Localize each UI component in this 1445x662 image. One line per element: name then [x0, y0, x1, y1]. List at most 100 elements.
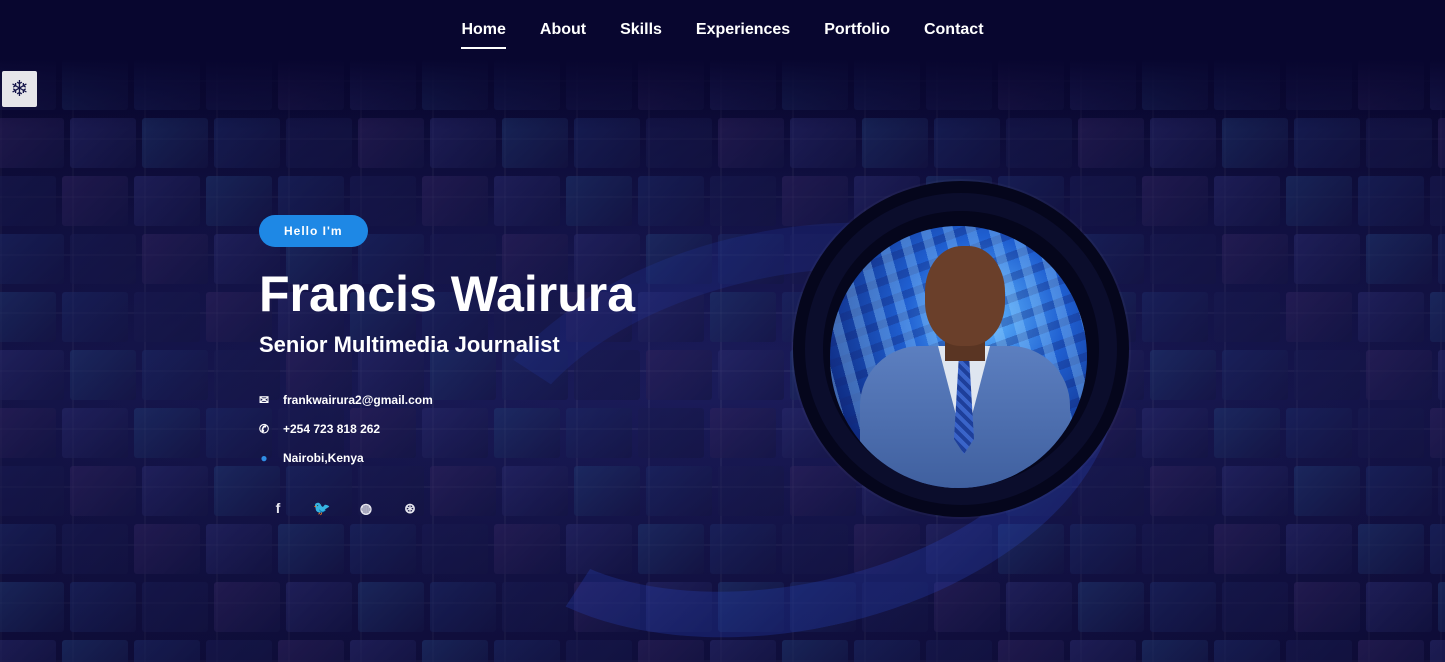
theme-toggle-button[interactable]: ❄ [2, 71, 37, 107]
screen-tile [1286, 408, 1352, 458]
contact-info: ✉ frankwairura2@gmail.com ✆ +254 723 818… [259, 392, 739, 465]
screen-tile [1078, 466, 1144, 516]
screen-tile [494, 640, 560, 662]
screen-tile [1438, 350, 1445, 400]
screen-tile [134, 292, 200, 342]
screen-tile [1438, 466, 1445, 516]
screen-tile [1430, 524, 1445, 574]
screen-tile [1150, 350, 1216, 400]
screen-tile [134, 408, 200, 458]
screen-tile [142, 350, 208, 400]
screen-tile [0, 582, 64, 632]
screen-tile [1214, 524, 1280, 574]
email-text[interactable]: frankwairura2@gmail.com [283, 393, 433, 407]
screen-tile [1078, 582, 1144, 632]
screen-tile [1142, 292, 1208, 342]
screen-tile [1366, 582, 1432, 632]
screen-tile [1438, 234, 1445, 284]
screen-tile [998, 640, 1064, 662]
screen-tile [350, 640, 416, 662]
screen-tile [1214, 292, 1280, 342]
screen-tile [710, 640, 776, 662]
hero-intro: Hello I'm Francis Wairura Senior Multime… [259, 215, 739, 517]
screen-tile [934, 582, 1000, 632]
main-nav: Home About Skills Experiences Portfolio … [0, 0, 1445, 60]
screen-tile [286, 582, 352, 632]
screen-tile [1286, 292, 1352, 342]
phone-text[interactable]: +254 723 818 262 [283, 422, 380, 436]
dribbble-icon[interactable]: ⊛ [401, 499, 419, 517]
screen-tile [1286, 176, 1352, 226]
screen-tile [1294, 234, 1360, 284]
screen-tile [214, 582, 280, 632]
screen-tile [1366, 234, 1432, 284]
screen-tile [782, 176, 848, 226]
facebook-icon[interactable]: f [269, 499, 287, 517]
screen-tile [1358, 176, 1424, 226]
screen-tile [1438, 582, 1445, 632]
screen-tile [1358, 292, 1424, 342]
screen-tile [1222, 350, 1288, 400]
photo-head [925, 246, 1005, 346]
screen-tile [206, 524, 272, 574]
github-icon[interactable]: ◍ [357, 499, 375, 517]
screen-tile [134, 176, 200, 226]
screen-tile [70, 582, 136, 632]
nav-portfolio[interactable]: Portfolio [824, 17, 890, 43]
screen-tile [1222, 582, 1288, 632]
hello-badge: Hello I'm [259, 215, 368, 247]
nav-experiences[interactable]: Experiences [696, 17, 790, 43]
screen-tile [1294, 350, 1360, 400]
screen-tile [1214, 640, 1280, 662]
screen-tile [62, 176, 128, 226]
screen-tile [1286, 524, 1352, 574]
screen-tile [278, 524, 344, 574]
phone-icon: ✆ [258, 421, 270, 436]
screen-tile [1006, 582, 1072, 632]
screen-tile [350, 524, 416, 574]
screen-tile [1286, 640, 1352, 662]
nav-about[interactable]: About [540, 17, 586, 43]
screen-tile [430, 582, 496, 632]
screen-tile [1358, 524, 1424, 574]
screen-tile [278, 640, 344, 662]
social-links: f 🐦 ◍ ⊛ [259, 499, 739, 517]
screen-tile [782, 640, 848, 662]
profile-photo [830, 226, 1087, 488]
screen-tile [1142, 640, 1208, 662]
screen-tile [62, 640, 128, 662]
screen-tile [854, 640, 920, 662]
screen-tile [0, 466, 64, 516]
nav-contact[interactable]: Contact [924, 17, 984, 43]
screen-tile [62, 524, 128, 574]
screen-tile [62, 292, 128, 342]
screen-tile [1070, 524, 1136, 574]
screen-tile [1430, 408, 1445, 458]
screen-tile [62, 408, 128, 458]
screen-tile [1142, 524, 1208, 574]
hero-name: Francis Wairura [259, 266, 636, 322]
twitter-icon[interactable]: 🐦 [313, 499, 331, 517]
screen-tile [1214, 408, 1280, 458]
screen-tile [1150, 466, 1216, 516]
screen-tile [1358, 640, 1424, 662]
screen-tile [0, 292, 56, 342]
screen-tile [134, 524, 200, 574]
screen-tile [1430, 292, 1445, 342]
nav-skills[interactable]: Skills [620, 17, 662, 43]
hero-title: Senior Multimedia Journalist [259, 332, 560, 357]
phone-row: ✆ +254 723 818 262 [259, 421, 739, 436]
screen-tile [1430, 176, 1445, 226]
location-row: ● Nairobi,Kenya [259, 450, 739, 465]
screen-tile [926, 640, 992, 662]
screen-tile [1366, 350, 1432, 400]
screen-tile [0, 234, 64, 284]
screen-tile [1142, 176, 1208, 226]
screen-tile [638, 640, 704, 662]
screen-tile [142, 466, 208, 516]
screen-tile [566, 640, 632, 662]
screen-tile [1222, 466, 1288, 516]
screen-tile [70, 466, 136, 516]
screen-tile [358, 582, 424, 632]
nav-home[interactable]: Home [461, 17, 507, 49]
